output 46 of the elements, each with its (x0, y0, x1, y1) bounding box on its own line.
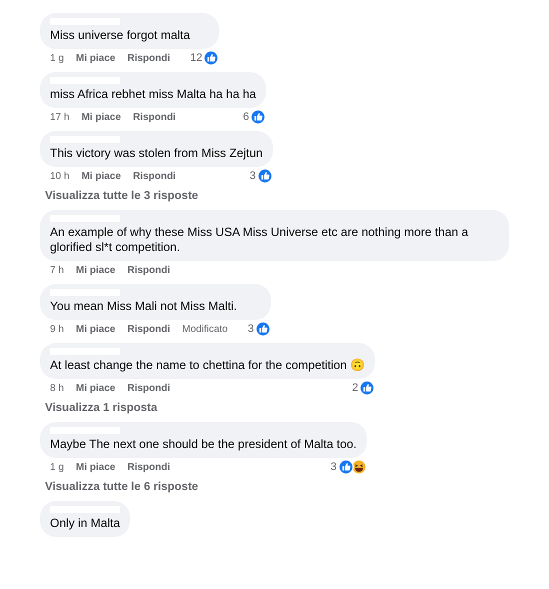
comment-time: 9 h (50, 324, 64, 334)
comment-text: An example of why these Miss USA Miss Universe etc are nothing more than a glorified sl*t competition. (50, 225, 470, 255)
reply-link[interactable]: Rispondi (127, 264, 170, 276)
thumbs-up-icon (203, 50, 220, 66)
laughing-face-icon (350, 459, 367, 475)
comment-time: 1 g (50, 462, 64, 472)
comment-text: You mean Miss Mali not Miss Malti. (50, 299, 238, 314)
view-replies-link[interactable]: Visualizza 1 risposta (45, 402, 509, 414)
comment-time: 7 h (50, 264, 64, 276)
reply-link[interactable]: Rispondi (127, 52, 170, 64)
like-link[interactable]: Mi piace (76, 264, 116, 276)
reaction-count: 3 (250, 170, 256, 182)
thumbs-up-icon (338, 459, 354, 475)
comment-text: Miss universe forgot malta (50, 28, 192, 43)
comment-text: Only in Malta (50, 516, 120, 531)
like-link[interactable]: Mi piace (76, 382, 116, 394)
comment-text: At least change the name to chettina for the competition 🙃 (50, 358, 366, 373)
view-replies-link[interactable]: Visualizza tutte le 3 risposte (45, 190, 509, 202)
reply-link[interactable]: Rispondi (127, 462, 170, 472)
reaction-count: 3 (248, 323, 254, 335)
comment-time: 8 h (50, 382, 64, 394)
reply-link[interactable]: Rispondi (127, 324, 170, 334)
reply-link[interactable]: Rispondi (132, 170, 176, 182)
thumbs-up-icon (359, 380, 376, 396)
like-link[interactable]: Mi piace (81, 170, 121, 182)
reaction-count: 3 (330, 461, 337, 473)
comment-text: This victory was stolen from Miss Zejtun (50, 146, 263, 161)
like-link[interactable]: Mi piace (81, 112, 121, 122)
reaction-count: 2 (352, 382, 358, 394)
thumbs-up-icon (256, 168, 273, 184)
comment-time: 1 g (50, 52, 64, 64)
reaction-count: 12 (190, 52, 202, 64)
reply-link[interactable]: Rispondi (127, 382, 170, 394)
thumbs-up-icon (254, 321, 271, 337)
like-link[interactable]: Mi piace (76, 324, 116, 334)
comment-text: miss Africa rebhet miss Malta ha ha ha (50, 87, 256, 102)
reply-link[interactable]: Rispondi (132, 112, 176, 122)
like-link[interactable]: Mi piace (76, 462, 116, 472)
comment-time: 17 h (50, 112, 70, 122)
view-replies-link[interactable]: Visualizza tutte le 6 risposte (45, 481, 509, 493)
comment-time: 10 h (50, 170, 70, 182)
comment-text: Maybe The next one should be the president of Malta too. (50, 437, 357, 452)
like-link[interactable]: Mi piace (76, 52, 116, 64)
reaction-count: 6 (242, 111, 250, 123)
edited-label: Modificato (182, 324, 228, 334)
thumbs-up-icon (250, 109, 266, 125)
